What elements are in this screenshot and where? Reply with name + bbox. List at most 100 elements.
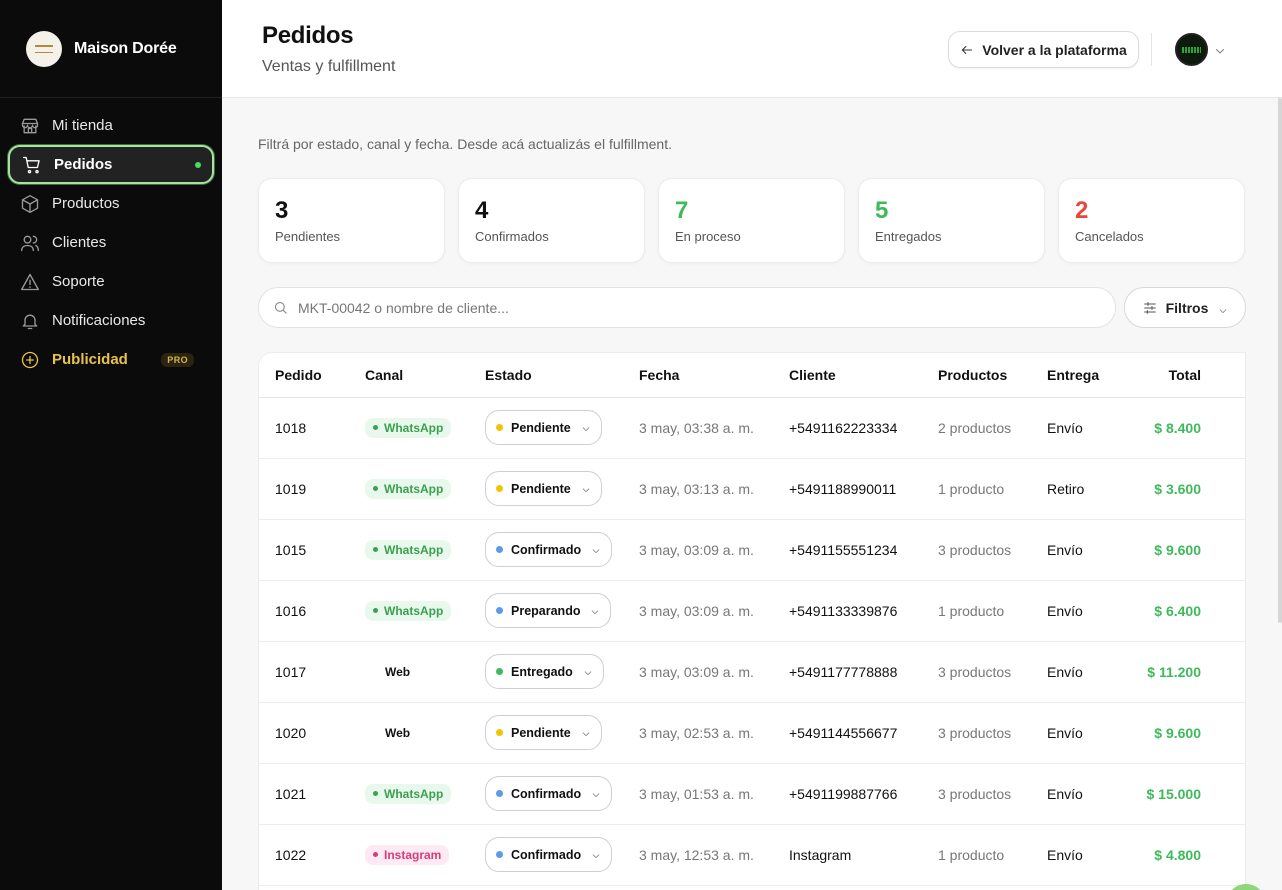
chevron-down-icon [581, 423, 591, 433]
chevron-down-icon[interactable] [1214, 44, 1226, 56]
table-row[interactable]: 1022 Instagram Confirmado 3 may, 12:53 a. m… [259, 824, 1245, 886]
search-bar[interactable] [258, 287, 1116, 328]
status-dropdown[interactable]: Pendiente [485, 471, 602, 506]
column-header-estado[interactable]: Estado [469, 353, 623, 398]
status-dot [496, 668, 503, 675]
status-cell: Entregado [469, 641, 623, 703]
column-header-productos[interactable]: Productos [922, 353, 1031, 398]
sidebar-item-notificaciones[interactable]: Notificaciones [8, 301, 214, 340]
channel-dot [373, 852, 378, 858]
order-date: 3 may, 02:53 a. m. [623, 702, 773, 764]
status-dropdown[interactable]: Confirmado [485, 776, 613, 811]
stat-card-pendientes[interactable]: 3 Pendientes [258, 178, 445, 263]
delivery-type: Envío [1031, 580, 1121, 642]
client-name: +5491144556677 [773, 702, 922, 764]
store-icon [21, 118, 39, 133]
order-date: 3 may, 03:09 a. m. [623, 641, 773, 703]
stat-label: Entregados [875, 229, 942, 244]
order-date: 3 may, 03:09 a. m. [623, 519, 773, 581]
scrollbar[interactable] [1278, 98, 1282, 623]
order-total-cell: $ 6.400 [1121, 580, 1245, 642]
products-count: 1 producto [922, 458, 1031, 520]
status-dropdown[interactable]: Pendiente [485, 410, 602, 445]
stat-label: Cancelados [1075, 229, 1144, 244]
table-row[interactable]: 1016 WhatsApp Preparando 3 may, 03:09 a. m.… [259, 580, 1245, 642]
order-id[interactable]: 1020 [259, 702, 349, 764]
status-dot [496, 546, 503, 553]
brand[interactable]: Maison Dorée [0, 0, 222, 98]
header-divider [1151, 33, 1152, 66]
brand-name: Maison Dorée [74, 39, 177, 57]
stat-value: 4 [475, 197, 489, 224]
client-name: +5491188990011 [773, 458, 922, 520]
order-id[interactable]: 1017 [259, 641, 349, 703]
order-date: 3 may, 12:53 a. m. [623, 824, 773, 886]
stats-row: 3 Pendientes 4 Confirmados 7 En proceso … [258, 178, 1245, 263]
status-label: Preparando [511, 603, 581, 618]
order-id[interactable]: 1018 [259, 397, 349, 459]
status-dropdown[interactable]: Entregado [485, 654, 604, 689]
sidebar-item-clientes[interactable]: Clientes [8, 223, 214, 262]
stat-card-en-proceso[interactable]: 7 En proceso [658, 178, 845, 263]
order-id[interactable]: 1022 [259, 824, 349, 886]
channel-badge: Web [365, 723, 418, 743]
column-header-total[interactable]: Total [1121, 353, 1245, 398]
stat-card-entregados[interactable]: 5 Entregados [858, 178, 1045, 263]
sidebar-item-mi-tienda[interactable]: Mi tienda [8, 106, 214, 145]
column-header-cliente[interactable]: Cliente [773, 353, 922, 398]
sidebar-nav: Mi tienda Pedidos Productos Clientes Sop… [0, 98, 222, 379]
channel-badge: Instagram [365, 844, 450, 865]
chevron-down-icon [1218, 303, 1228, 313]
chevron-down-icon [590, 606, 600, 616]
back-to-platform-button[interactable]: Volver a la plataforma [948, 31, 1139, 68]
column-header-entrega[interactable]: Entrega [1031, 353, 1121, 398]
plus-circle-icon [21, 351, 39, 368]
order-id[interactable]: 1016 [259, 580, 349, 642]
search-input[interactable] [298, 299, 1078, 316]
status-dropdown[interactable]: Confirmado [485, 532, 613, 567]
channel-cell: WhatsApp [349, 580, 469, 642]
sidebar-item-pedidos[interactable]: Pedidos [8, 145, 214, 184]
client-name: +5491133339876 [773, 580, 922, 642]
filters-button-label: Filtros [1165, 299, 1209, 316]
products-count: 3 productos [922, 702, 1031, 764]
page-header: Pedidos Ventas y fulfillment Volver a la… [222, 0, 1282, 98]
stat-card-cancelados[interactable]: 2 Cancelados [1058, 178, 1245, 263]
orders-table-body: 1018 WhatsApp Pendiente 3 may, 03:38 a. m. +… [259, 397, 1245, 886]
order-id[interactable]: 1019 [259, 458, 349, 520]
sidebar-item-publicidad[interactable]: Publicidad PRO [8, 340, 214, 379]
column-header-pedido[interactable]: Pedido [259, 353, 349, 398]
sidebar-item-productos[interactable]: Productos [8, 184, 214, 223]
order-total-cell: $ 11.200 [1121, 641, 1245, 703]
sidebar-item-soporte[interactable]: Soporte [8, 262, 214, 301]
channel-cell: Instagram [349, 824, 469, 886]
status-dropdown[interactable]: Pendiente [485, 715, 602, 750]
order-id[interactable]: 1021 [259, 763, 349, 825]
table-header-row: Pedido Canal Estado Fecha Cliente Produc… [259, 353, 1245, 398]
channel-badge: WhatsApp [365, 539, 452, 560]
table-row[interactable]: 1021 WhatsApp Confirmado 3 may, 01:53 a. m.… [259, 763, 1245, 825]
order-total-cell: $ 3.600 [1121, 458, 1245, 520]
stat-card-confirmados[interactable]: 4 Confirmados [458, 178, 645, 263]
column-header-fecha[interactable]: Fecha [623, 353, 773, 398]
status-cell: Confirmado [469, 519, 623, 581]
channel-label: WhatsApp [384, 786, 444, 801]
column-header-canal[interactable]: Canal [349, 353, 469, 398]
status-dropdown[interactable]: Preparando [485, 593, 612, 628]
filters-button[interactable]: Filtros [1124, 287, 1246, 328]
table-row[interactable]: 1015 WhatsApp Confirmado 3 may, 03:09 a. m.… [259, 519, 1245, 581]
client-name: +5491199887766 [773, 763, 922, 825]
avatar[interactable] [1175, 33, 1208, 66]
table-row[interactable]: 1020 Web Pendiente 3 may, 02:53 a. m. +54911… [259, 702, 1245, 764]
client-name: +5491162223334 [773, 397, 922, 459]
status-dot [496, 851, 503, 858]
table-row[interactable]: 1019 WhatsApp Pendiente 3 may, 03:13 a. m. +… [259, 458, 1245, 520]
status-cell: Confirmado [469, 824, 623, 886]
status-dropdown[interactable]: Confirmado [485, 837, 613, 872]
channel-cell: Web [349, 641, 469, 703]
table-row[interactable]: 1018 WhatsApp Pendiente 3 may, 03:38 a. m. +… [259, 397, 1245, 459]
delivery-type: Envío [1031, 824, 1121, 886]
chevron-down-icon [581, 728, 591, 738]
order-id[interactable]: 1015 [259, 519, 349, 581]
table-row[interactable]: 1017 Web Entregado 3 may, 03:09 a. m. +54911… [259, 641, 1245, 703]
